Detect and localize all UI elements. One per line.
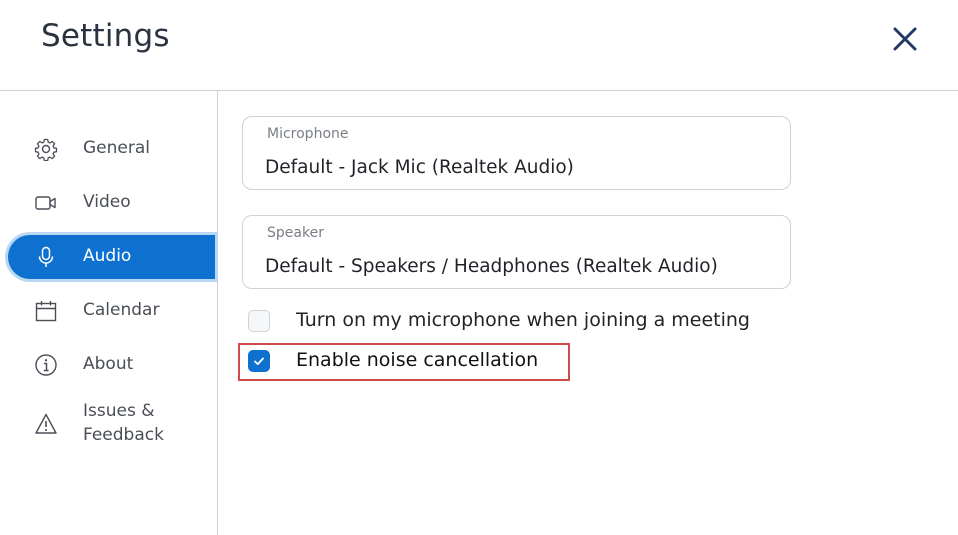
sidebar-item-label: Audio [83, 246, 132, 266]
sidebar-item-about[interactable]: About [8, 343, 215, 387]
sidebar-item-label: General [83, 138, 150, 158]
sidebar-item-label: About [83, 354, 134, 374]
close-icon [893, 27, 917, 51]
auto-mic-label: Turn on my microphone when joining a mee… [296, 309, 750, 331]
video-camera-icon [35, 196, 56, 210]
sidebar-item-label: Calendar [83, 300, 160, 320]
noise-cancellation-label: Enable noise cancellation [296, 349, 539, 371]
speaker-label: Speaker [267, 225, 324, 241]
auto-mic-checkbox[interactable] [248, 310, 270, 332]
auto-mic-option[interactable]: Turn on my microphone when joining a mee… [246, 307, 786, 337]
microphone-icon [38, 246, 54, 267]
close-button[interactable] [888, 22, 922, 56]
noise-cancellation-checkbox[interactable] [248, 350, 270, 372]
sidebar-item-label: Issues & Feedback [83, 399, 164, 447]
sidebar-item-general[interactable]: General [8, 127, 215, 171]
speaker-select[interactable]: Speaker Default - Speakers / Headphones … [242, 215, 791, 289]
gear-icon [34, 138, 58, 161]
sidebar-item-label-line2: Feedback [83, 425, 164, 445]
sidebar-item-label: Video [83, 192, 131, 212]
info-icon [35, 354, 57, 376]
sidebar-item-calendar[interactable]: Calendar [8, 289, 215, 333]
noise-cancellation-option[interactable]: Enable noise cancellation [246, 347, 566, 377]
audio-settings-panel: Microphone Default - Jack Mic (Realtek A… [218, 91, 958, 535]
microphone-label: Microphone [267, 126, 349, 142]
microphone-select[interactable]: Microphone Default - Jack Mic (Realtek A… [242, 116, 791, 190]
settings-header: Settings [0, 0, 958, 91]
page-title: Settings [41, 18, 170, 54]
calendar-icon [35, 301, 57, 322]
checkmark-icon [254, 357, 264, 365]
settings-sidebar: General Video Audio Calendar About Issue… [0, 91, 218, 535]
sidebar-item-issues-feedback[interactable]: Issues & Feedback [8, 399, 215, 447]
sidebar-item-label-line1: Issues & [83, 401, 155, 421]
warning-icon [35, 413, 57, 434]
sidebar-item-audio[interactable]: Audio [8, 235, 215, 279]
speaker-value: Default - Speakers / Headphones (Realtek… [265, 256, 718, 277]
microphone-value: Default - Jack Mic (Realtek Audio) [265, 157, 574, 178]
sidebar-item-video[interactable]: Video [8, 181, 215, 225]
